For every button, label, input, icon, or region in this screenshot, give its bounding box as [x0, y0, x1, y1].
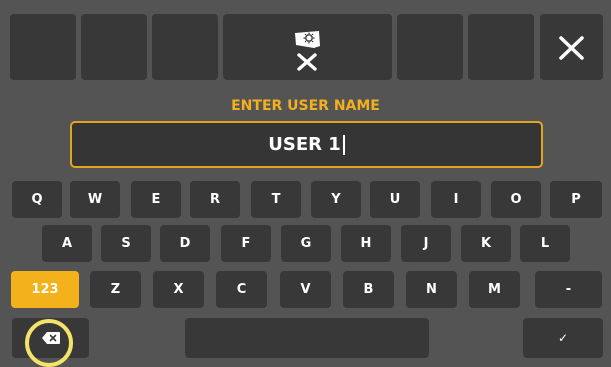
close-icon: [559, 36, 584, 60]
key-g[interactable]: G: [281, 225, 331, 262]
key-z[interactable]: Z: [90, 271, 141, 308]
space-key[interactable]: [185, 318, 429, 358]
key-o[interactable]: O: [491, 181, 541, 218]
backspace-key[interactable]: [12, 318, 89, 358]
key-v[interactable]: V: [280, 271, 331, 308]
key-r[interactable]: R: [190, 181, 240, 218]
user-name-value: USER 1: [268, 134, 341, 155]
key-f[interactable]: F: [221, 225, 271, 262]
key-n[interactable]: N: [406, 271, 457, 308]
key-k[interactable]: K: [461, 225, 511, 262]
top-blank-button-5[interactable]: [468, 14, 534, 80]
top-blank-button-2[interactable]: [81, 14, 147, 80]
top-blank-button-4[interactable]: [397, 14, 463, 80]
clear-settings-button[interactable]: [223, 14, 392, 80]
page-title: ENTER USER NAME: [231, 98, 380, 114]
close-button[interactable]: [540, 14, 603, 80]
top-blank-button-3[interactable]: [152, 14, 218, 80]
key-y[interactable]: Y: [311, 181, 361, 218]
top-blank-button-1[interactable]: [10, 14, 76, 80]
key-a[interactable]: A: [42, 225, 92, 262]
confirm-key[interactable]: ✓: [523, 318, 603, 358]
key-b[interactable]: B: [343, 271, 394, 308]
text-cursor: [342, 134, 345, 155]
key-s[interactable]: S: [101, 225, 151, 262]
key-h[interactable]: H: [341, 225, 391, 262]
key-w[interactable]: W: [70, 181, 120, 218]
key-q[interactable]: Q: [12, 181, 62, 218]
key-m[interactable]: M: [469, 271, 520, 308]
key-c[interactable]: C: [216, 271, 267, 308]
key-u[interactable]: U: [370, 181, 420, 218]
key-e[interactable]: E: [131, 181, 181, 218]
numeric-mode-key[interactable]: 123: [11, 271, 79, 308]
backspace-icon: [41, 332, 60, 344]
key-j[interactable]: J: [401, 225, 451, 262]
user-name-input[interactable]: USER 1: [70, 121, 543, 168]
key-p[interactable]: P: [550, 181, 602, 218]
key-dash[interactable]: -: [535, 271, 602, 308]
vehicle-settings-icon: [295, 31, 320, 71]
key-d[interactable]: D: [160, 225, 210, 262]
key-t[interactable]: T: [251, 181, 301, 218]
key-l[interactable]: L: [520, 225, 570, 262]
key-i[interactable]: I: [431, 181, 481, 218]
key-x[interactable]: X: [153, 271, 204, 308]
